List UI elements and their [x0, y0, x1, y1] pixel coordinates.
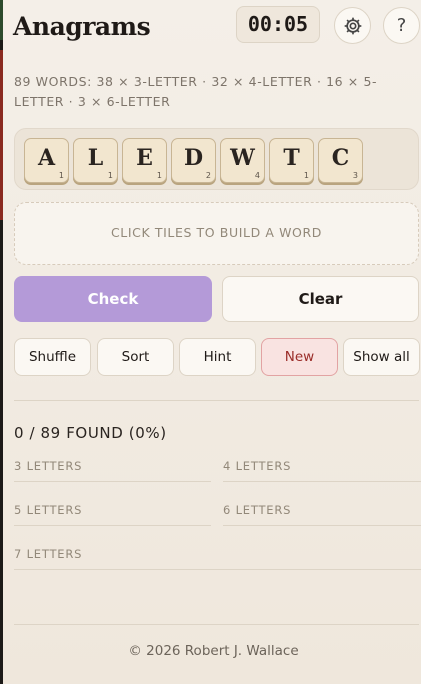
group-divider [223, 481, 421, 482]
group-label-6-letters: 6 LETTERS [223, 503, 292, 517]
tile-points: 3 [352, 171, 358, 180]
anagrams-app: Anagrams 00:05 ? 89 WORDS: 38 × 3-LETTER… [3, 0, 421, 684]
letter-tile[interactable]: D 2 [171, 138, 216, 183]
found-progress: 0 / 89 FOUND (0%) [14, 424, 167, 442]
header: Anagrams 00:05 ? [13, 6, 420, 46]
group-label-4-letters: 4 LETTERS [223, 459, 292, 473]
page-title: Anagrams [13, 12, 151, 41]
word-counts: 89 WORDS: 38 × 3-LETTER · 32 × 4-LETTER … [14, 74, 378, 109]
show-all-button[interactable]: Show all [343, 338, 420, 376]
tile-rack: A 1 L 1 E 1 D 2 W 4 T 1 C 3 [14, 128, 419, 190]
letter-tile[interactable]: C 3 [318, 138, 363, 183]
letter-tile[interactable]: T 1 [269, 138, 314, 183]
group-divider [14, 525, 211, 526]
new-game-button[interactable]: New [261, 338, 338, 376]
letter-tile[interactable]: A 1 [24, 138, 69, 183]
settings-button[interactable] [334, 7, 371, 44]
group-label-5-letters: 5 LETTERS [14, 503, 83, 517]
tile-points: 1 [303, 171, 309, 180]
sort-button[interactable]: Sort [97, 338, 174, 376]
footer-copyright: © 2026 Robert J. Wallace [128, 643, 299, 659]
tile-letter: W [230, 145, 255, 171]
help-icon: ? [396, 15, 407, 36]
group-divider [14, 569, 421, 570]
letter-tile[interactable]: L 1 [73, 138, 118, 183]
group-divider [223, 525, 421, 526]
group-divider [14, 481, 211, 482]
tile-letter: A [37, 145, 56, 171]
clear-button[interactable]: Clear [222, 276, 419, 322]
tile-letter: T [283, 145, 300, 171]
tile-points: 1 [107, 171, 113, 180]
group-label-3-letters: 3 LETTERS [14, 459, 83, 473]
footer-divider [14, 624, 419, 625]
hint-button[interactable]: Hint [179, 338, 256, 376]
timer: 00:05 [236, 6, 320, 43]
tile-points: 4 [254, 171, 260, 180]
help-button[interactable]: ? [383, 7, 420, 44]
tile-letter: C [331, 145, 350, 171]
tile-points: 1 [58, 171, 64, 180]
tile-points: 2 [205, 171, 211, 180]
check-button[interactable]: Check [14, 276, 212, 322]
tile-points: 1 [156, 171, 162, 180]
word-dropzone[interactable]: CLICK TILES TO BUILD A WORD [14, 202, 419, 265]
tile-letter: E [136, 145, 153, 171]
gear-icon [344, 17, 361, 34]
letter-tile[interactable]: E 1 [122, 138, 167, 183]
group-label-7-letters: 7 LETTERS [14, 547, 83, 561]
letter-tile[interactable]: W 4 [220, 138, 265, 183]
tile-letter: D [183, 145, 204, 171]
shuffle-button[interactable]: Shuffle [14, 338, 91, 376]
tile-letter: L [87, 145, 104, 171]
divider [14, 400, 419, 401]
